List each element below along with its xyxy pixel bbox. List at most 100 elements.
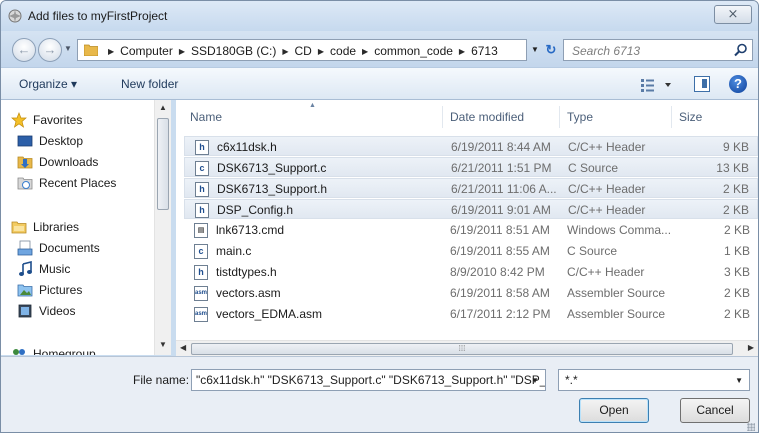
sidebar-item-documents[interactable]: Documents bbox=[17, 238, 100, 258]
sidebar-item-downloads[interactable]: Downloads bbox=[17, 152, 98, 172]
libraries-icon bbox=[11, 221, 27, 234]
chevron-right-icon[interactable]: ▶ bbox=[108, 47, 114, 56]
file-name: vectors_EDMA.asm bbox=[216, 307, 323, 321]
sidebar-item-libraries[interactable]: Libraries bbox=[11, 217, 79, 237]
scrollbar-thumb[interactable]: ⁞⁞⁞ bbox=[191, 343, 733, 355]
file-name-input[interactable]: "c6x11dsk.h" "DSK6713_Support.c" "DSK671… bbox=[191, 369, 546, 391]
scrollbar-thumb[interactable] bbox=[157, 118, 169, 210]
file-name: vectors.asm bbox=[216, 286, 281, 300]
sidebar-scrollbar[interactable]: ▲ ▼ bbox=[154, 100, 171, 355]
address-bar[interactable]: ▶ Computer ▶ SSD180GB (C:) ▶ CD ▶ code ▶… bbox=[77, 39, 527, 61]
organize-menu[interactable]: Organize ▾ bbox=[19, 77, 77, 91]
sidebar-item-label: Music bbox=[39, 262, 71, 276]
sidebar-item-recent-places[interactable]: Recent Places bbox=[17, 173, 116, 193]
chevron-right-icon[interactable]: ▶ bbox=[318, 47, 324, 56]
file-type-filter[interactable]: *.* ▼ bbox=[558, 369, 750, 391]
file-row[interactable]: h c6x11dsk.h 6/19/2011 8:44 AM C/C++ Hea… bbox=[184, 136, 758, 156]
recent-locations-dropdown[interactable]: ▼ bbox=[64, 44, 72, 53]
breadcrumb-computer[interactable]: Computer bbox=[120, 44, 173, 58]
sidebar-item-videos[interactable]: Videos bbox=[17, 301, 75, 321]
file-date: 6/21/2011 11:06 A... bbox=[451, 182, 557, 196]
search-box[interactable]: Search 6713 bbox=[563, 39, 753, 61]
assembler-file-icon: asm bbox=[194, 307, 208, 322]
app-icon bbox=[8, 9, 22, 23]
breadcrumb-6713[interactable]: 6713 bbox=[471, 44, 498, 58]
sidebar-item-label: Libraries bbox=[33, 220, 80, 234]
videos-icon bbox=[18, 304, 32, 318]
desktop-icon bbox=[17, 135, 33, 147]
preview-pane-icon[interactable] bbox=[694, 76, 710, 92]
file-row[interactable]: asm vectors_EDMA.asm 6/17/2011 2:12 PM A… bbox=[184, 304, 758, 324]
scroll-right-icon[interactable]: ▶ bbox=[748, 343, 754, 352]
column-header-date-modified[interactable]: Date modified bbox=[450, 106, 524, 128]
search-input[interactable]: Search 6713 bbox=[572, 44, 640, 58]
horizontal-scrollbar[interactable]: ◀ ⁞⁞⁞ ▶ bbox=[176, 340, 758, 356]
column-divider[interactable] bbox=[671, 106, 672, 128]
breadcrumb-common-code[interactable]: common_code bbox=[374, 44, 453, 58]
chevron-right-icon[interactable]: ▶ bbox=[362, 47, 368, 56]
file-name: lnk6713.cmd bbox=[216, 223, 285, 237]
sidebar-item-desktop[interactable]: Desktop bbox=[17, 131, 83, 151]
file-row[interactable]: asm vectors.asm 6/19/2011 8:58 AM Assemb… bbox=[184, 283, 758, 303]
column-divider[interactable] bbox=[559, 106, 560, 128]
file-size: 2 KB bbox=[723, 286, 750, 300]
forward-button[interactable]: → bbox=[38, 38, 62, 62]
file-name: tistdtypes.h bbox=[216, 265, 277, 279]
file-size: 2 KB bbox=[723, 223, 750, 237]
column-header-size[interactable]: Size bbox=[679, 106, 702, 128]
chevron-right-icon[interactable]: ▶ bbox=[179, 47, 185, 56]
resize-grip-icon[interactable] bbox=[747, 423, 755, 431]
search-icon[interactable] bbox=[734, 43, 748, 57]
title-bar: Add files to myFirstProject ⨯ bbox=[1, 1, 758, 31]
address-dropdown-icon[interactable]: ▼ bbox=[531, 45, 539, 54]
sidebar-item-favorites[interactable]: Favorites bbox=[11, 110, 82, 130]
close-button[interactable]: ⨯ bbox=[714, 5, 752, 24]
music-icon bbox=[19, 261, 32, 276]
column-header-type[interactable]: Type bbox=[567, 106, 593, 128]
c-source-file-icon: c bbox=[195, 161, 209, 176]
open-button[interactable]: Open bbox=[579, 398, 649, 423]
breadcrumb-drive[interactable]: SSD180GB (C:) bbox=[191, 44, 276, 58]
file-type: C/C++ Header bbox=[568, 203, 646, 217]
navigation-pane: Favorites Desktop Downloads Recent Place… bbox=[1, 100, 171, 355]
sort-ascending-icon: ▲ bbox=[309, 102, 316, 109]
file-row[interactable]: h tistdtypes.h 8/9/2010 8:42 PM C/C++ He… bbox=[184, 262, 758, 282]
file-date: 6/19/2011 9:01 AM bbox=[451, 203, 551, 217]
file-type: Assembler Source bbox=[567, 307, 666, 321]
help-icon[interactable]: ? bbox=[729, 75, 747, 93]
command-file-icon: ▤ bbox=[194, 223, 208, 238]
scroll-left-icon[interactable]: ◀ bbox=[180, 343, 186, 352]
downloads-icon bbox=[17, 156, 33, 169]
breadcrumb-code[interactable]: code bbox=[330, 44, 356, 58]
sidebar-item-pictures[interactable]: Pictures bbox=[17, 280, 82, 300]
cancel-button[interactable]: Cancel bbox=[680, 398, 750, 423]
file-row[interactable]: c main.c 6/19/2011 8:55 AM C Source 1 KB bbox=[184, 241, 758, 261]
file-row[interactable]: h DSK6713_Support.h 6/21/2011 11:06 A...… bbox=[184, 178, 758, 198]
chevron-right-icon[interactable]: ▶ bbox=[282, 47, 288, 56]
change-view-icon[interactable] bbox=[639, 76, 673, 93]
column-header-name[interactable]: Name bbox=[190, 106, 222, 128]
file-size: 13 KB bbox=[716, 161, 749, 175]
sidebar-item-homegroup[interactable]: Homegroup bbox=[11, 344, 96, 355]
file-list: Name ▲ Date modified Type Size h c6x11ds… bbox=[176, 100, 758, 355]
file-size: 2 KB bbox=[722, 203, 749, 217]
chevron-right-icon[interactable]: ▶ bbox=[459, 47, 465, 56]
homegroup-icon bbox=[13, 349, 25, 355]
back-button[interactable]: ← bbox=[12, 38, 36, 62]
file-row[interactable]: ▤ lnk6713.cmd 6/19/2011 8:51 AM Windows … bbox=[184, 220, 758, 240]
file-row[interactable]: h DSP_Config.h 6/19/2011 9:01 AM C/C++ H… bbox=[184, 199, 758, 219]
scroll-down-icon[interactable]: ▼ bbox=[159, 340, 167, 349]
column-divider[interactable] bbox=[442, 106, 443, 128]
file-row[interactable]: c DSK6713_Support.c 6/21/2011 1:51 PM C … bbox=[184, 157, 758, 177]
refresh-button[interactable]: ↻ bbox=[542, 40, 560, 60]
window-title: Add files to myFirstProject bbox=[28, 9, 168, 23]
file-size: 1 KB bbox=[723, 244, 750, 258]
sidebar-item-music[interactable]: Music bbox=[17, 259, 70, 279]
scroll-up-icon[interactable]: ▲ bbox=[159, 103, 167, 112]
file-size: 9 KB bbox=[722, 140, 749, 154]
new-folder-button[interactable]: New folder bbox=[121, 77, 178, 91]
star-icon bbox=[11, 112, 27, 128]
breadcrumb-cd[interactable]: CD bbox=[295, 44, 312, 58]
chevron-down-icon[interactable]: ▼ bbox=[735, 376, 743, 385]
chevron-down-icon[interactable]: ▼ bbox=[531, 376, 539, 385]
